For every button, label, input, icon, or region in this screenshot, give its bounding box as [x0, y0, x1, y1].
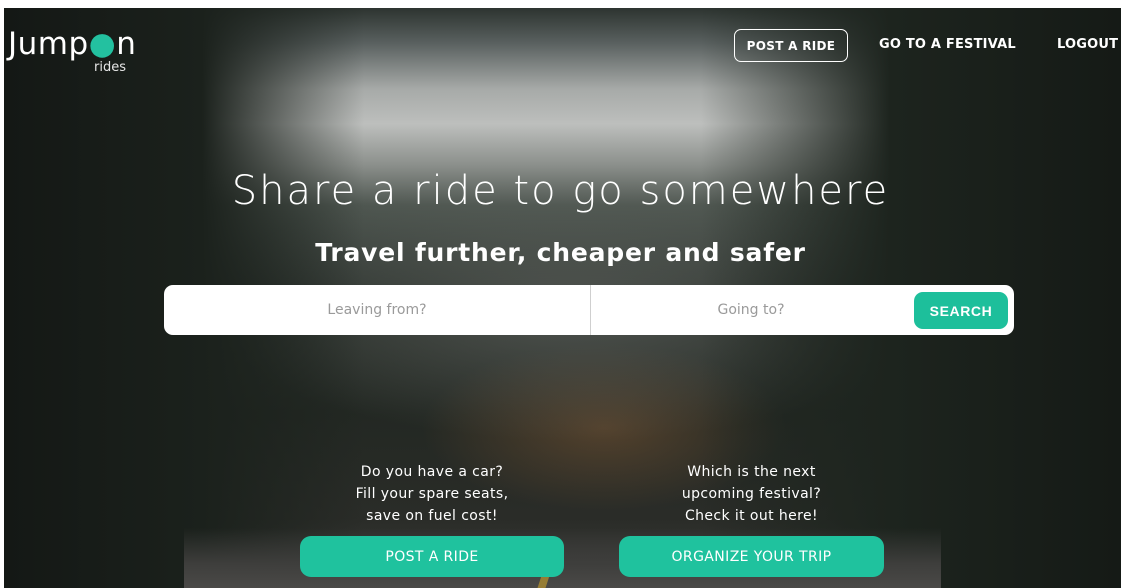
logo-text-start: Jump: [8, 26, 89, 62]
leaving-from-field: [164, 285, 591, 335]
nav-logout-link[interactable]: LOGOUT: [1057, 37, 1118, 52]
promo-line: Check it out here!: [684, 508, 819, 524]
logo-wordmark: Jump●n: [8, 26, 136, 62]
logo-text-end: n: [116, 26, 137, 62]
hero-subtitle: Travel further, cheaper and safer: [315, 238, 806, 267]
organize-trip-button[interactable]: ORGANIZE YOUR TRIP: [619, 536, 884, 577]
going-to-input[interactable]: [605, 301, 897, 319]
promo-line: upcoming festival?: [681, 486, 822, 502]
logo-tagline: rides: [94, 60, 126, 75]
nav-post-ride-button[interactable]: POST A RIDE: [734, 29, 848, 62]
festival-promo-text: Which is the next upcoming festival? Che…: [619, 461, 884, 527]
promo-line: Which is the next: [687, 464, 816, 480]
search-bar: SEARCH: [164, 285, 1014, 335]
nav-festival-link[interactable]: GO TO A FESTIVAL: [879, 37, 1016, 52]
location-pin-icon: ●: [88, 26, 117, 62]
post-ride-button[interactable]: POST A RIDE: [300, 536, 564, 577]
logo[interactable]: Jump●n rides: [8, 26, 136, 75]
promo-line: save on fuel cost!: [366, 508, 498, 524]
going-to-field: [591, 285, 911, 335]
leaving-from-input[interactable]: [183, 301, 571, 319]
post-ride-promo-text: Do you have a car? Fill your spare seats…: [300, 461, 564, 527]
promo-line: Do you have a car?: [360, 464, 504, 480]
promo-line: Fill your spare seats,: [355, 486, 509, 502]
hero-title: Share a ride to go somewhere: [231, 168, 890, 214]
search-button[interactable]: SEARCH: [914, 292, 1008, 329]
